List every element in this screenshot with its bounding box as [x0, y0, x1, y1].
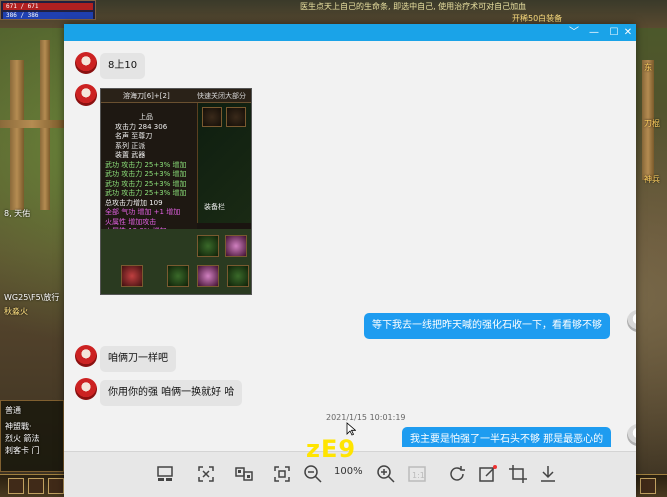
item-slot [225, 235, 247, 257]
viewer-titlebar: ﹀ — ☐ ✕ [64, 24, 636, 41]
image-viewer-window: ﹀ — ☐ ✕ 8上10 溶海刀[6]+[2] 快速关闭大部分 装备栏 上品 攻击… [64, 24, 636, 497]
one-to-one-icon[interactable]: 1:1 [406, 463, 428, 485]
item-slot [226, 107, 246, 127]
avatar[interactable] [627, 424, 636, 446]
chat-message-right: 等下我去一线把昨天喊的强化石收一下，看看够不够 [364, 313, 610, 339]
avatar[interactable] [75, 52, 97, 74]
game-player-label: 8, 天佑 [4, 209, 31, 218]
item-stat-line: 武功 攻击力 25+3% 增加 [105, 189, 187, 197]
quick-close-label: 快速关闭大部分 [197, 92, 246, 100]
item-slot [121, 265, 143, 287]
item-stat-line: 武功 攻击力 25+3% 增加 [105, 179, 187, 188]
close-button[interactable]: ✕ [620, 24, 636, 41]
download-icon[interactable] [537, 463, 559, 485]
item-slot [197, 265, 219, 287]
watermark-text: zE9 [306, 435, 357, 463]
game-skill-slot[interactable] [28, 478, 44, 494]
item-stat-line: 攻击力 284 306 [115, 122, 168, 131]
item-stat-line: 武功 攻击力 25+3% 增加 [105, 170, 187, 178]
chat-message-left: 你用你的强 咱俩一换就好 哈 [100, 380, 243, 406]
item-stat-line: 火属性 增加攻击 [105, 217, 157, 226]
equipment-bar-label: 装备栏 [204, 203, 225, 211]
chat-image-game-item[interactable]: 溶海刀[6]+[2] 快速关闭大部分 装备栏 上品 攻击力 284 306 名声 至… [100, 88, 252, 295]
item-stat-line: 系列 正派 [115, 141, 146, 150]
item-slot [227, 265, 249, 287]
item-preview-panel: 装备栏 [197, 103, 251, 223]
gallery-icon[interactable] [154, 463, 176, 485]
actual-size-icon[interactable] [271, 463, 293, 485]
game-system-message: 医生点天上自己的生命条, 即选中自己, 使用治疗术可对自己加血 [300, 2, 527, 11]
item-stat-line: 名声 至尊刀 [115, 132, 153, 140]
player-status-hud: 671 / 671 386 / 386 [0, 0, 96, 20]
avatar[interactable] [75, 84, 97, 106]
hp-bar: 671 / 671 [3, 3, 93, 10]
zoom-level: 100% [334, 466, 363, 477]
game-skill-slot[interactable] [48, 478, 64, 494]
item-stat-line: 全部 气功 增加 +1 增加 [105, 208, 181, 216]
fit-screen-icon[interactable] [195, 463, 217, 485]
game-skill-slot[interactable] [640, 478, 656, 494]
game-right-label: 东 [644, 63, 652, 72]
mouse-cursor-icon [346, 422, 356, 436]
item-stat-line: 上品 [139, 113, 153, 121]
compare-icon[interactable] [233, 463, 255, 485]
item-stat-line: 总攻击力增加 109 [105, 198, 163, 207]
item-window-header: 溶海刀[6]+[2] 快速关闭大部分 [101, 89, 251, 103]
game-right-label: 刀棍 [644, 119, 660, 128]
avatar[interactable] [75, 378, 97, 400]
wooden-post [10, 60, 24, 210]
edit-icon[interactable] [477, 463, 499, 485]
chat-message-left: 咱俩刀一样吧 [100, 346, 176, 372]
item-stat-line: 武功 攻击力 25+3% 增加 [105, 160, 187, 169]
item-name: 溶海刀[6]+[2] [123, 92, 170, 100]
svg-text:1:1: 1:1 [412, 471, 425, 480]
rotate-icon[interactable] [446, 463, 468, 485]
game-skill-slot[interactable] [8, 478, 24, 494]
game-panel-text: 刺客卡 门 [5, 446, 40, 455]
mp-bar: 386 / 386 [3, 12, 93, 19]
avatar[interactable] [627, 310, 636, 332]
message-timestamp: 2021/1/15 10:01:19 [326, 413, 406, 422]
game-panel-text: 普通 [5, 406, 21, 415]
crop-icon[interactable] [507, 463, 529, 485]
collapse-button[interactable]: ﹀ [564, 24, 584, 41]
avatar[interactable] [75, 345, 97, 367]
chat-message-right: 我主要是怕强了一半石头不够 那是最恶心的 [402, 427, 612, 447]
zoom-out-icon[interactable] [302, 463, 324, 485]
minimize-button[interactable]: — [584, 24, 604, 41]
game-top-right-text: 开稀50白装备 [512, 14, 563, 23]
game-player-label: 秋淼火 [4, 307, 28, 316]
item-slot [202, 107, 222, 127]
game-panel-text: 烈火 箭法 [5, 434, 40, 443]
wooden-beam [0, 120, 64, 128]
item-slot [167, 265, 189, 287]
item-slot [197, 235, 219, 257]
game-skill-panel: 普通 神盟戰· 烈火 箭法 刺客卡 门 [0, 400, 64, 472]
game-player-label: WG25\F5\放行 [4, 293, 60, 302]
zoom-in-icon[interactable] [375, 463, 397, 485]
game-right-label: 神兵 [644, 175, 660, 184]
game-panel-text: 神盟戰· [5, 422, 32, 431]
item-stat-line: 装置 武器 [115, 151, 146, 159]
chat-message-left: 8上10 [100, 53, 146, 79]
